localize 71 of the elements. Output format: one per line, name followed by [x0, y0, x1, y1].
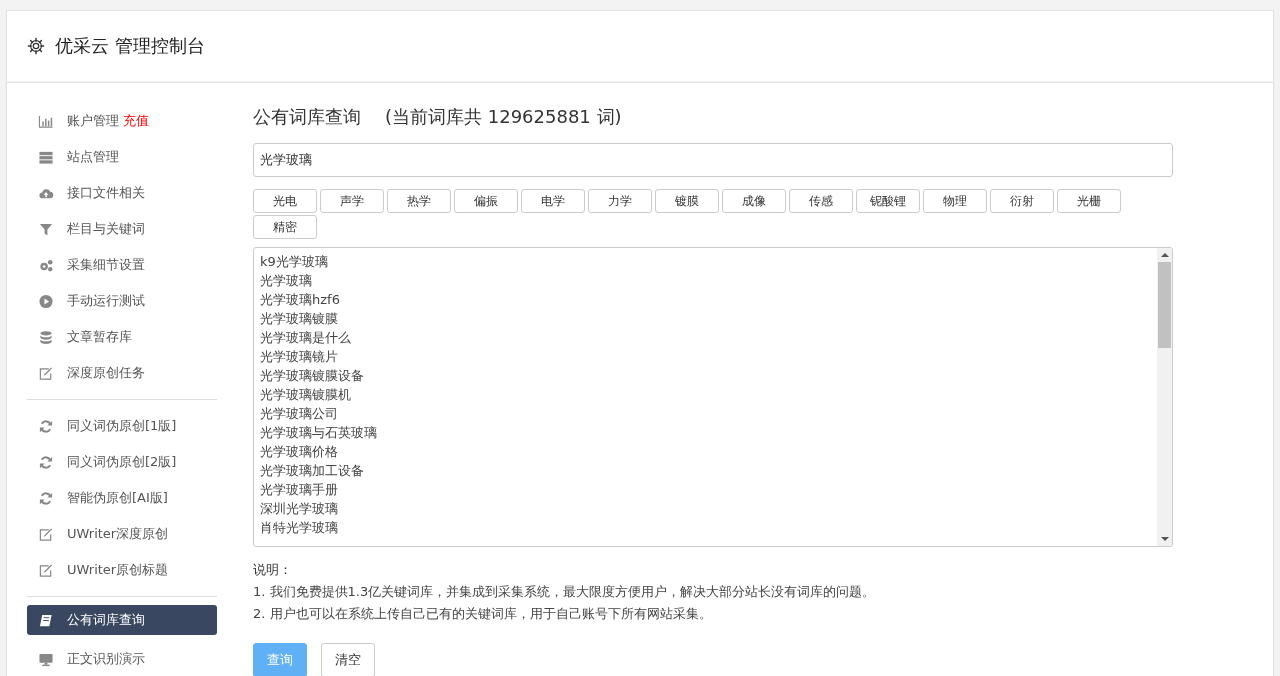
- chart-icon: [37, 113, 55, 129]
- keyword-tag[interactable]: 光栅: [1057, 189, 1121, 213]
- sidebar-item[interactable]: 栏目与关键词: [27, 211, 217, 247]
- scroll-down-icon[interactable]: [1160, 536, 1169, 542]
- result-item[interactable]: 光学玻璃镀膜: [260, 309, 1151, 328]
- play-icon: [37, 293, 55, 309]
- sidebar-item[interactable]: 接口文件相关: [27, 175, 217, 211]
- result-item[interactable]: 光学玻璃是什么: [260, 328, 1151, 347]
- result-item[interactable]: 光学玻璃加工设备: [260, 461, 1151, 480]
- gears-icon: [37, 257, 55, 273]
- result-item[interactable]: 光学玻璃与石英玻璃: [260, 423, 1151, 442]
- result-item[interactable]: 光学玻璃手册: [260, 480, 1151, 499]
- refresh-icon: [37, 418, 55, 434]
- result-item[interactable]: 光学玻璃镀膜设备: [260, 366, 1151, 385]
- scroll-up-icon[interactable]: [1160, 252, 1169, 258]
- result-item[interactable]: 光学玻璃镜片: [260, 347, 1151, 366]
- note-text: 1. 我们免费提供1.3亿关键词库，并集成到采集系统，最大限度方便用户，解决大部分站长没有词库的问题。: [253, 583, 877, 601]
- result-item[interactable]: 光学玻璃hzf6: [260, 290, 1151, 309]
- sidebar-item[interactable]: 账户管理 充值: [27, 103, 217, 139]
- server-icon: [37, 149, 55, 165]
- keyword-tag[interactable]: 电学: [521, 189, 585, 213]
- result-item[interactable]: 肖特光学玻璃: [260, 518, 1151, 537]
- result-item[interactable]: 光学玻璃公司: [260, 404, 1151, 423]
- result-item[interactable]: 光学玻璃: [260, 271, 1151, 290]
- edit-icon: [37, 562, 55, 578]
- console-title: 优采云 管理控制台: [55, 34, 205, 58]
- database-icon: [37, 329, 55, 345]
- keyword-tag[interactable]: 热学: [387, 189, 451, 213]
- keyword-tag[interactable]: 铌酸锂: [856, 189, 920, 213]
- edit-icon: [37, 526, 55, 542]
- sidebar-item[interactable]: 公有词库查询: [27, 605, 217, 635]
- keyword-tag[interactable]: 成像: [722, 189, 786, 213]
- notes-title: 说明：: [253, 561, 293, 579]
- result-item[interactable]: k9光学玻璃: [260, 252, 1151, 271]
- keyword-tag[interactable]: 光电: [253, 189, 317, 213]
- word-count: (当前词库共 129625881 词): [385, 105, 622, 129]
- sidebar-item[interactable]: 采集细节设置: [27, 247, 217, 283]
- result-item[interactable]: 光学玻璃镀膜机: [260, 385, 1151, 404]
- refresh-icon: [37, 490, 55, 506]
- sidebar-item[interactable]: UWriter原创标题: [27, 552, 217, 588]
- sidebar-item[interactable]: 深度原创任务: [27, 355, 217, 391]
- note-text: 2. 用户也可以在系统上传自己已有的关键词库，用于自己账号下所有网站采集。: [253, 605, 713, 623]
- filter-icon: [37, 221, 55, 237]
- sidebar-item[interactable]: 文章暂存库: [27, 319, 217, 355]
- sidebar-item[interactable]: 智能伪原创[AI版]: [27, 480, 217, 516]
- page-title: 公有词库查询: [253, 105, 361, 129]
- keyword-tag[interactable]: 声学: [320, 189, 384, 213]
- sidebar-item[interactable]: 同义词伪原创[1版]: [27, 408, 217, 444]
- keyword-tag[interactable]: 精密: [253, 215, 317, 239]
- refresh-icon: [37, 454, 55, 470]
- monitor-icon: [37, 651, 55, 667]
- sidebar-item[interactable]: 正文识别演示: [27, 641, 217, 676]
- scrollbar[interactable]: [1157, 248, 1172, 546]
- keyword-tag[interactable]: 衍射: [990, 189, 1054, 213]
- gear-icon: [27, 37, 45, 55]
- keyword-tag[interactable]: 传感: [789, 189, 853, 213]
- sidebar-item[interactable]: UWriter深度原创: [27, 516, 217, 552]
- keyword-tag[interactable]: 力学: [588, 189, 652, 213]
- sidebar-item[interactable]: 站点管理: [27, 139, 217, 175]
- sidebar-item[interactable]: 同义词伪原创[2版]: [27, 444, 217, 480]
- result-item[interactable]: 深圳光学玻璃: [260, 499, 1151, 518]
- search-field[interactable]: 光学玻璃: [253, 143, 1173, 177]
- keyword-tag[interactable]: 物理: [923, 189, 987, 213]
- keyword-tag[interactable]: 镀膜: [655, 189, 719, 213]
- edit-icon: [37, 365, 55, 381]
- keyword-tag[interactable]: 偏振: [454, 189, 518, 213]
- results-list[interactable]: k9光学玻璃 光学玻璃 光学玻璃hzf6 光学玻璃镀膜 光学玻璃是什么 光学玻璃镜片 光学玻璃镀膜设备 光学玻璃镀膜机 光学玻璃公司 光学玻璃与石英玻璃 光学玻璃价格 光学玻璃加工设备 光学玻璃手册 深圳光学玻璃 肖特光学玻璃: [253, 247, 1173, 547]
- sidebar-item[interactable]: 手动运行测试: [27, 283, 217, 319]
- clear-button[interactable]: 清空: [321, 643, 375, 676]
- recharge-link[interactable]: 充值: [123, 112, 149, 130]
- result-item[interactable]: 光学玻璃价格: [260, 442, 1151, 461]
